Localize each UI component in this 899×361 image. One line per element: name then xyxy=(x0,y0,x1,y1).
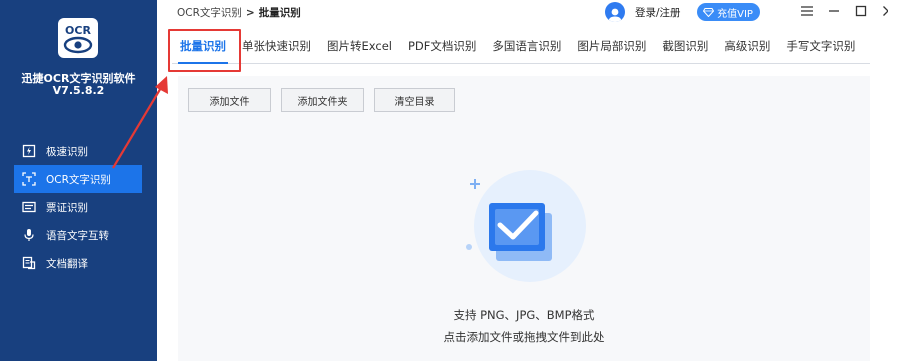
window-edge xyxy=(888,0,899,361)
recharge-vip-button[interactable]: 充值VIP xyxy=(696,3,760,21)
breadcrumb-root[interactable]: OCR文字识别 xyxy=(177,7,242,19)
maximize-icon xyxy=(855,5,866,17)
microphone-icon xyxy=(24,229,34,241)
dropzone-formats: 支持 PNG、JPG、BMP格式 xyxy=(453,308,595,322)
breadcrumb-current: 批量识别 xyxy=(258,7,301,19)
minimize-button[interactable] xyxy=(820,3,847,19)
maximize-button[interactable] xyxy=(847,3,874,19)
sidebar-item-label: OCR文字识别 xyxy=(46,173,111,186)
lightning-doc-icon xyxy=(22,144,36,158)
upload-illustration-icon[interactable] xyxy=(460,169,590,289)
clear-list-button[interactable]: 清空目录 xyxy=(374,88,455,112)
sidebar: OCR 迅捷OCR文字识别软件 V7.5.8.2 极速识别 OCR文字识别 票证 xyxy=(0,0,157,361)
tab-advanced[interactable]: 高级识别 xyxy=(716,32,778,63)
vip-label: 充值VIP xyxy=(717,8,753,20)
avatar[interactable] xyxy=(605,2,625,22)
user-icon xyxy=(608,8,622,22)
scan-frame-icon xyxy=(22,172,36,186)
ocr-logo-icon: OCR xyxy=(58,18,98,58)
menu-button[interactable] xyxy=(793,3,820,19)
tab-single-quick[interactable]: 单张快速识别 xyxy=(234,32,319,63)
user-area: 登录/注册 充值VIP xyxy=(605,1,760,23)
diamond-icon xyxy=(703,7,715,17)
sidebar-item-ticket[interactable]: 票证识别 xyxy=(14,193,142,221)
sidebar-item-label: 语音文字互转 xyxy=(46,229,109,242)
sidebar-item-doc-translate[interactable]: 文档翻译 xyxy=(14,249,142,277)
toolbar: 添加文件 添加文件夹 清空目录 xyxy=(188,88,465,112)
tab-multi-language[interactable]: 多国语言识别 xyxy=(484,32,569,63)
sidebar-item-speech-text[interactable]: 语音文字互转 xyxy=(14,221,142,249)
breadcrumb: OCR文字识别 > 批量识别 xyxy=(177,5,301,20)
tab-image-partial[interactable]: 图片局部识别 xyxy=(569,32,654,63)
tab-image-to-excel[interactable]: 图片转Excel xyxy=(319,32,400,63)
translate-icon xyxy=(22,256,36,270)
tab-screenshot[interactable]: 截图识别 xyxy=(654,32,716,63)
sidebar-item-label: 文档翻译 xyxy=(46,257,88,270)
sidebar-item-label: 票证识别 xyxy=(46,201,88,214)
app-version: V7.5.8.2 xyxy=(52,84,105,97)
dropzone-hint[interactable]: 点击添加文件或拖拽文件到此处 xyxy=(178,329,870,345)
hamburger-icon xyxy=(800,6,813,16)
add-file-button[interactable]: 添加文件 xyxy=(188,88,271,112)
logo-text: OCR xyxy=(65,24,91,37)
add-folder-button[interactable]: 添加文件夹 xyxy=(281,88,364,112)
sidebar-item-fast-recognition[interactable]: 极速识别 xyxy=(14,137,142,165)
breadcrumb-separator: > xyxy=(245,7,255,19)
main-area: OCR文字识别 > 批量识别 登录/注册 充值VIP 批量识别 单张快速识别 图… xyxy=(157,0,899,361)
minimize-icon xyxy=(828,10,839,12)
batch-panel: 添加文件 添加文件夹 清空目录 支持 PNG、JPG、BMP格式 点击添加文件或… xyxy=(178,76,870,361)
login-register-link[interactable]: 登录/注册 xyxy=(635,5,681,20)
tab-batch-recognition[interactable]: 批量识别 xyxy=(172,32,234,64)
tab-pdf-recognition[interactable]: PDF文档识别 xyxy=(400,32,484,63)
recognition-tabs: 批量识别 单张快速识别 图片转Excel PDF文档识别 多国语言识别 图片局部… xyxy=(172,32,870,64)
sidebar-nav: 极速识别 OCR文字识别 票证识别 语音文字互转 文档翻译 xyxy=(14,137,142,277)
window-controls xyxy=(793,3,899,19)
sidebar-item-ocr[interactable]: OCR文字识别 xyxy=(14,165,142,193)
tab-handwriting[interactable]: 手写文字识别 xyxy=(778,32,863,63)
sidebar-item-label: 极速识别 xyxy=(46,145,88,158)
ticket-icon xyxy=(22,201,36,213)
